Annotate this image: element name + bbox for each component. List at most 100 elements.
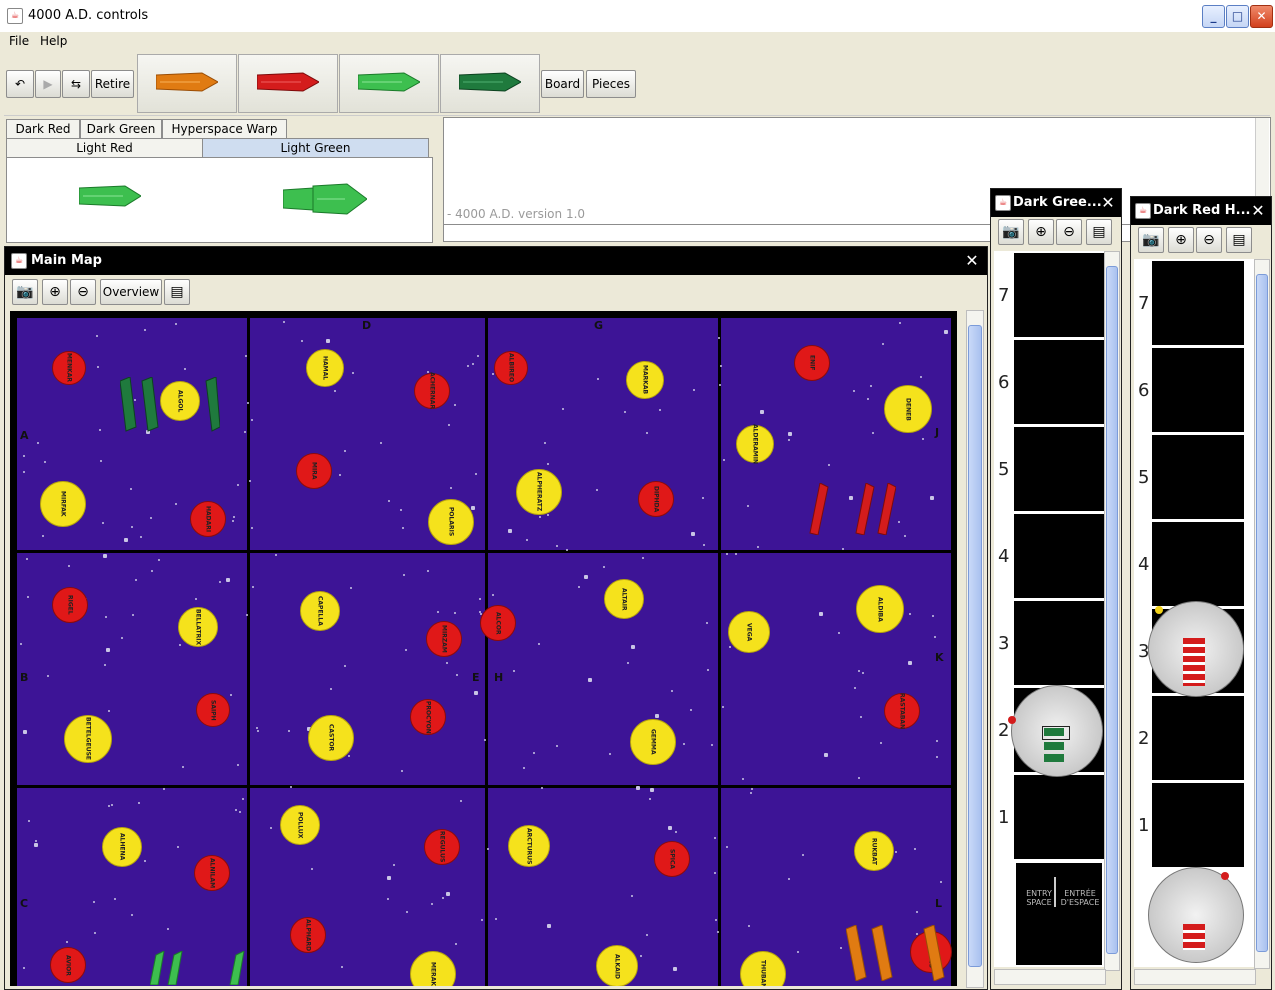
planet-castor[interactable]: CASTOR xyxy=(308,715,354,761)
planet-capella[interactable]: CAPELLA xyxy=(300,591,340,631)
planet-hamal[interactable]: HAMAL xyxy=(306,349,344,387)
light-green-fleet[interactable] xyxy=(150,951,246,985)
undo-icon[interactable]: ↶ xyxy=(6,70,34,98)
tab-light-green[interactable]: Light Green xyxy=(202,138,429,157)
zoom-out-icon[interactable]: ⊖ xyxy=(1196,227,1222,253)
pieces-button[interactable]: Pieces xyxy=(586,70,636,98)
track-cell[interactable] xyxy=(1014,253,1104,340)
swap-icon[interactable]: ⇆ xyxy=(62,70,90,98)
planet-deneb[interactable]: DENEB xyxy=(884,385,932,433)
sector-k[interactable] xyxy=(721,553,951,785)
dark-red-fleet-token-3[interactable] xyxy=(1148,601,1244,697)
track-cell[interactable] xyxy=(1152,522,1244,609)
orange-fleet[interactable] xyxy=(846,925,946,981)
planet-alkaid[interactable]: ALKAID xyxy=(596,945,638,986)
planet-regulus[interactable]: REGULUS xyxy=(424,829,460,865)
counter-icon[interactable]: ▤ xyxy=(164,279,190,305)
planet-spica[interactable]: SPICA xyxy=(654,841,690,877)
zoom-out-icon[interactable]: ⊖ xyxy=(1056,219,1082,245)
track-cell[interactable] xyxy=(1152,261,1244,348)
sector-h[interactable] xyxy=(488,553,718,785)
planet-alpheratz[interactable]: ALPHERATZ xyxy=(516,469,562,515)
planet-gemma[interactable]: GEMMA xyxy=(630,719,676,765)
planet-menkar[interactable]: MENKAR xyxy=(52,351,86,385)
planet-albireo[interactable]: ALBIREO xyxy=(494,351,528,385)
scroll-thumb[interactable] xyxy=(1106,266,1118,954)
track-cell[interactable] xyxy=(1014,601,1104,688)
planet-pollux[interactable]: POLLUX xyxy=(280,805,320,845)
track-cell[interactable] xyxy=(1014,775,1104,862)
menu-file[interactable]: File xyxy=(9,34,29,48)
planet-alcor[interactable]: ALCOR xyxy=(480,605,516,641)
sector-e[interactable] xyxy=(250,553,485,785)
planet-polaris[interactable]: POLARIS xyxy=(428,499,474,545)
planet-rigel[interactable]: RIGEL xyxy=(52,587,88,623)
tab-dark-red[interactable]: Dark Red xyxy=(6,119,80,138)
dark-green-track[interactable]: 7 6 5 4 3 2 1 ENTRY SPACE ENTRÉE D'ESPACE xyxy=(994,251,1104,967)
tab-light-red[interactable]: Light Red xyxy=(6,138,203,157)
maximize-button[interactable]: □ xyxy=(1226,5,1249,28)
sector-b[interactable] xyxy=(17,553,247,785)
light-green-ship-button[interactable] xyxy=(339,54,439,113)
planet-arcturus[interactable]: ARCTURUS xyxy=(508,825,550,867)
planet-alhena[interactable]: ALHENA xyxy=(102,827,142,867)
dark-red-fleet-token-1[interactable] xyxy=(1148,867,1244,963)
dark-green-fleet[interactable] xyxy=(120,377,220,433)
scroll-thumb[interactable] xyxy=(1256,274,1268,952)
camera-icon[interactable]: 📷 xyxy=(12,279,38,305)
camera-icon[interactable]: 📷 xyxy=(1138,227,1164,253)
scroll-thumb[interactable] xyxy=(968,325,982,967)
close-button[interactable]: ✕ xyxy=(1250,5,1273,28)
dark-red-hscrollbar[interactable] xyxy=(1134,969,1256,985)
dark-red-track[interactable]: 7654321 xyxy=(1134,259,1254,967)
counter-icon[interactable]: ▤ xyxy=(1086,219,1112,245)
planet-rastaban[interactable]: RASTABAN xyxy=(884,693,920,729)
track-cell[interactable] xyxy=(1014,427,1104,514)
dark-green-scrollbar[interactable] xyxy=(1104,251,1120,971)
tab-hyperspace-warp[interactable]: Hyperspace Warp xyxy=(162,119,287,138)
counter-icon[interactable]: ▤ xyxy=(1226,227,1252,253)
planet-markab[interactable]: MARKAB xyxy=(626,361,664,399)
planet-bellatrix[interactable]: BELLATRIX xyxy=(178,607,218,647)
planet-avior[interactable]: AVIOR xyxy=(50,947,86,983)
planet-mirzam[interactable]: MIRZAM xyxy=(426,621,462,657)
planet-hadari[interactable]: HADARI xyxy=(190,501,226,537)
dark-green-hscrollbar[interactable] xyxy=(994,969,1106,985)
orange-ship-button[interactable] xyxy=(137,54,237,113)
red-ship-button[interactable] xyxy=(238,54,338,113)
close-icon[interactable]: ✕ xyxy=(1099,194,1117,212)
camera-icon[interactable]: 📷 xyxy=(998,219,1024,245)
step-forward-icon[interactable]: ▶ xyxy=(35,70,61,98)
zoom-out-icon[interactable]: ⊖ xyxy=(70,279,96,305)
zoom-in-icon[interactable]: ⊕ xyxy=(42,279,68,305)
sector-g[interactable] xyxy=(488,318,718,550)
close-icon[interactable]: ✕ xyxy=(963,252,981,270)
menu-help[interactable]: Help xyxy=(40,34,67,48)
planet-vega[interactable]: VEGA xyxy=(728,611,770,653)
retire-button[interactable]: Retire xyxy=(91,70,134,98)
board-button[interactable]: Board xyxy=(541,70,584,98)
planet-enif[interactable]: ENIF xyxy=(794,345,830,381)
planet-procyon[interactable]: PROCYON xyxy=(410,699,446,735)
close-icon[interactable]: ✕ xyxy=(1249,202,1267,220)
double-ship-piece[interactable] xyxy=(283,182,367,216)
planet-alderamin[interactable]: ALDERAMIN xyxy=(736,424,774,464)
track-cell[interactable] xyxy=(1152,435,1244,522)
dark-green-ship-button[interactable] xyxy=(440,54,540,113)
tab-dark-green[interactable]: Dark Green xyxy=(80,119,162,138)
track-cell[interactable] xyxy=(1014,514,1104,601)
planet-alphard[interactable]: ALPHARD xyxy=(290,917,326,953)
track-cell[interactable] xyxy=(1014,340,1104,427)
minimize-button[interactable]: _ xyxy=(1202,5,1225,28)
dark-red-scrollbar[interactable] xyxy=(1254,259,1270,969)
planet-rukbat[interactable]: RUKBAT xyxy=(854,831,894,871)
red-fleet[interactable] xyxy=(806,483,896,535)
planet-aldiba[interactable]: ALDIBA xyxy=(856,585,904,633)
planet-alnilam[interactable]: ALNILAM xyxy=(194,855,230,891)
single-ship-piece[interactable] xyxy=(79,184,141,208)
planet-mirfak[interactable]: MIRFAK xyxy=(40,481,86,527)
map-board[interactable]: D G J A B C E H K L MENKAR ALGOL MIRFAK HAD… xyxy=(10,311,957,986)
planet-altair[interactable]: ALTAIR xyxy=(604,579,644,619)
planet-mira[interactable]: MIRA xyxy=(296,453,332,489)
track-cell[interactable] xyxy=(1152,348,1244,435)
